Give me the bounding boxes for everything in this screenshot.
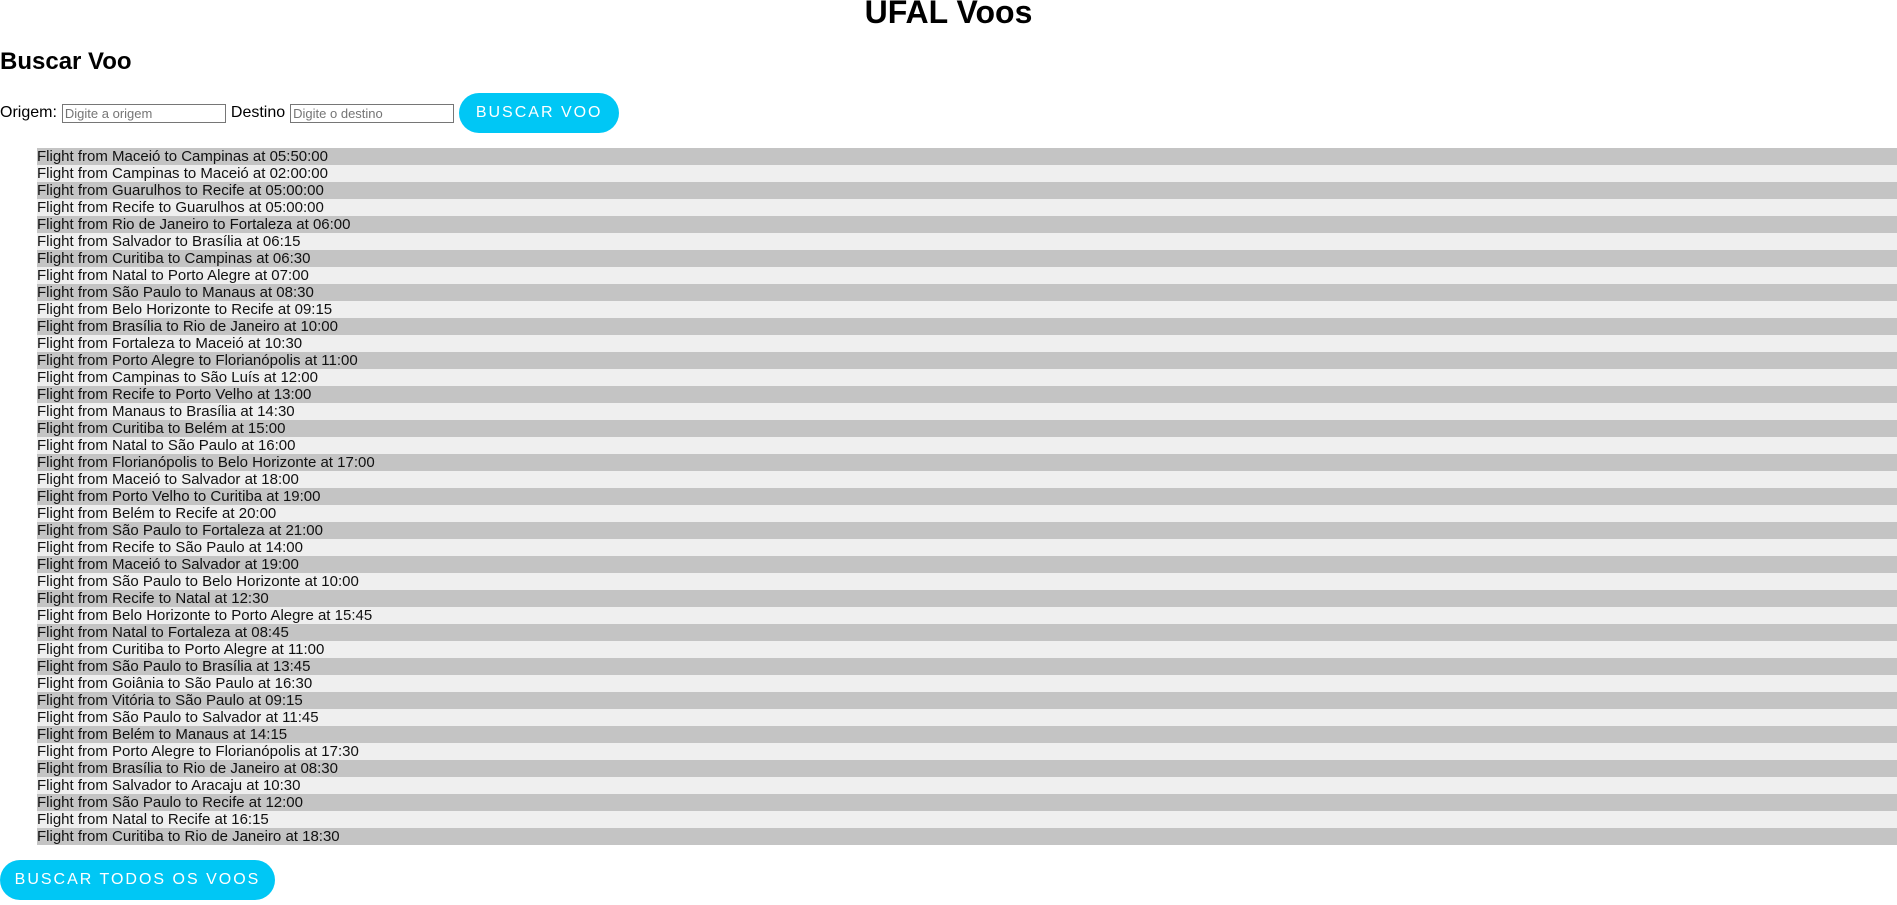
flight-list-item: Flight from Salvador to Brasília at 06:1…	[37, 233, 1897, 250]
flight-list-item: Flight from Curitiba to Rio de Janeiro a…	[37, 828, 1897, 845]
flight-list-item: Flight from Belém to Manaus at 14:15	[37, 726, 1897, 743]
search-section-title: Buscar Voo	[0, 48, 132, 75]
flight-list-item: Flight from Curitiba to Belém at 15:00	[37, 420, 1897, 437]
flight-list-item: Flight from Campinas to Maceió at 02:00:…	[37, 165, 1897, 182]
destination-input[interactable]	[290, 103, 455, 123]
flight-list-item: Flight from Curitiba to Campinas at 06:3…	[37, 250, 1897, 267]
flight-list-item: Flight from Salvador to Aracaju at 10:30	[37, 777, 1897, 794]
flight-list-item: Flight from Maceió to Campinas at 05:50:…	[37, 148, 1897, 165]
flight-list-item: Flight from Belo Horizonte to Porto Aleg…	[37, 607, 1897, 624]
flight-list-item: Flight from Porto Alegre to Florianópoli…	[37, 352, 1897, 369]
flight-list-item: Flight from Natal to Recife at 16:15	[37, 811, 1897, 828]
flight-list-item: Flight from Rio de Janeiro to Fortaleza …	[37, 216, 1897, 233]
flight-list-item: Flight from Brasília to Rio de Janeiro a…	[37, 760, 1897, 777]
flight-list-item: Flight from Belo Horizonte to Recife at …	[37, 301, 1897, 318]
origin-input[interactable]	[61, 103, 226, 123]
flight-list-item: Flight from Florianópolis to Belo Horizo…	[37, 454, 1897, 471]
flight-list-item: Flight from Natal to São Paulo at 16:00	[37, 437, 1897, 454]
flight-list-item: Flight from Curitiba to Porto Alegre at …	[37, 641, 1897, 658]
flight-list-item: Flight from São Paulo to Salvador at 11:…	[37, 709, 1897, 726]
flight-list-item: Flight from Maceió to Salvador at 18:00	[37, 471, 1897, 488]
app-title: UFAL Voos	[864, 0, 1033, 30]
flight-list-item: Flight from Recife to Porto Velho at 13:…	[37, 386, 1897, 403]
flight-list-item: Flight from Fortaleza to Maceió at 10:30	[37, 335, 1897, 352]
flight-list-item: Flight from Natal to Fortaleza at 08:45	[37, 624, 1897, 641]
destination-label: Destino	[230, 104, 286, 121]
flight-list-item: Flight from Campinas to São Luís at 12:0…	[37, 369, 1897, 386]
origin-label: Origem:	[0, 104, 57, 121]
flight-list-item: Flight from São Paulo to Belo Horizonte …	[37, 573, 1897, 590]
flight-list-item: Flight from Recife to São Paulo at 14:00	[37, 539, 1897, 556]
search-form: Origem: Destino BUSCAR VOO	[0, 93, 620, 133]
flight-list-item: Flight from Porto Alegre to Florianópoli…	[37, 743, 1897, 760]
flight-list-item: Flight from Guarulhos to Recife at 05:00…	[37, 182, 1897, 199]
flight-list-item: Flight from São Paulo to Recife at 12:00	[37, 794, 1897, 811]
flight-list-item: Flight from São Paulo to Brasília at 13:…	[37, 658, 1897, 675]
page: UFAL Voos Buscar Voo Origem: Destino BUS…	[0, 0, 1897, 905]
flight-list-item: Flight from Recife to Guarulhos at 05:00…	[37, 199, 1897, 216]
flight-list-item: Flight from Brasília to Rio de Janeiro a…	[37, 318, 1897, 335]
flight-list-item: Flight from Porto Velho to Curitiba at 1…	[37, 488, 1897, 505]
flight-list-item: Flight from Natal to Porto Alegre at 07:…	[37, 267, 1897, 284]
flight-list-item: Flight from Belém to Recife at 20:00	[37, 505, 1897, 522]
flight-list-item: Flight from Vitória to São Paulo at 09:1…	[37, 692, 1897, 709]
flight-list-item: Flight from Manaus to Brasília at 14:30	[37, 403, 1897, 420]
search-all-flights-button[interactable]: BUSCAR TODOS OS VOOS	[0, 860, 275, 900]
flight-list-item: Flight from São Paulo to Manaus at 08:30	[37, 284, 1897, 301]
flight-list-item: Flight from Maceió to Salvador at 19:00	[37, 556, 1897, 573]
search-flight-button[interactable]: BUSCAR VOO	[459, 93, 620, 133]
flight-list-item: Flight from Goiânia to São Paulo at 16:3…	[37, 675, 1897, 692]
flights-list: Flight from Maceió to Campinas at 05:50:…	[37, 148, 1897, 845]
flight-list-item: Flight from Recife to Natal at 12:30	[37, 590, 1897, 607]
flight-list-item: Flight from São Paulo to Fortaleza at 21…	[37, 522, 1897, 539]
